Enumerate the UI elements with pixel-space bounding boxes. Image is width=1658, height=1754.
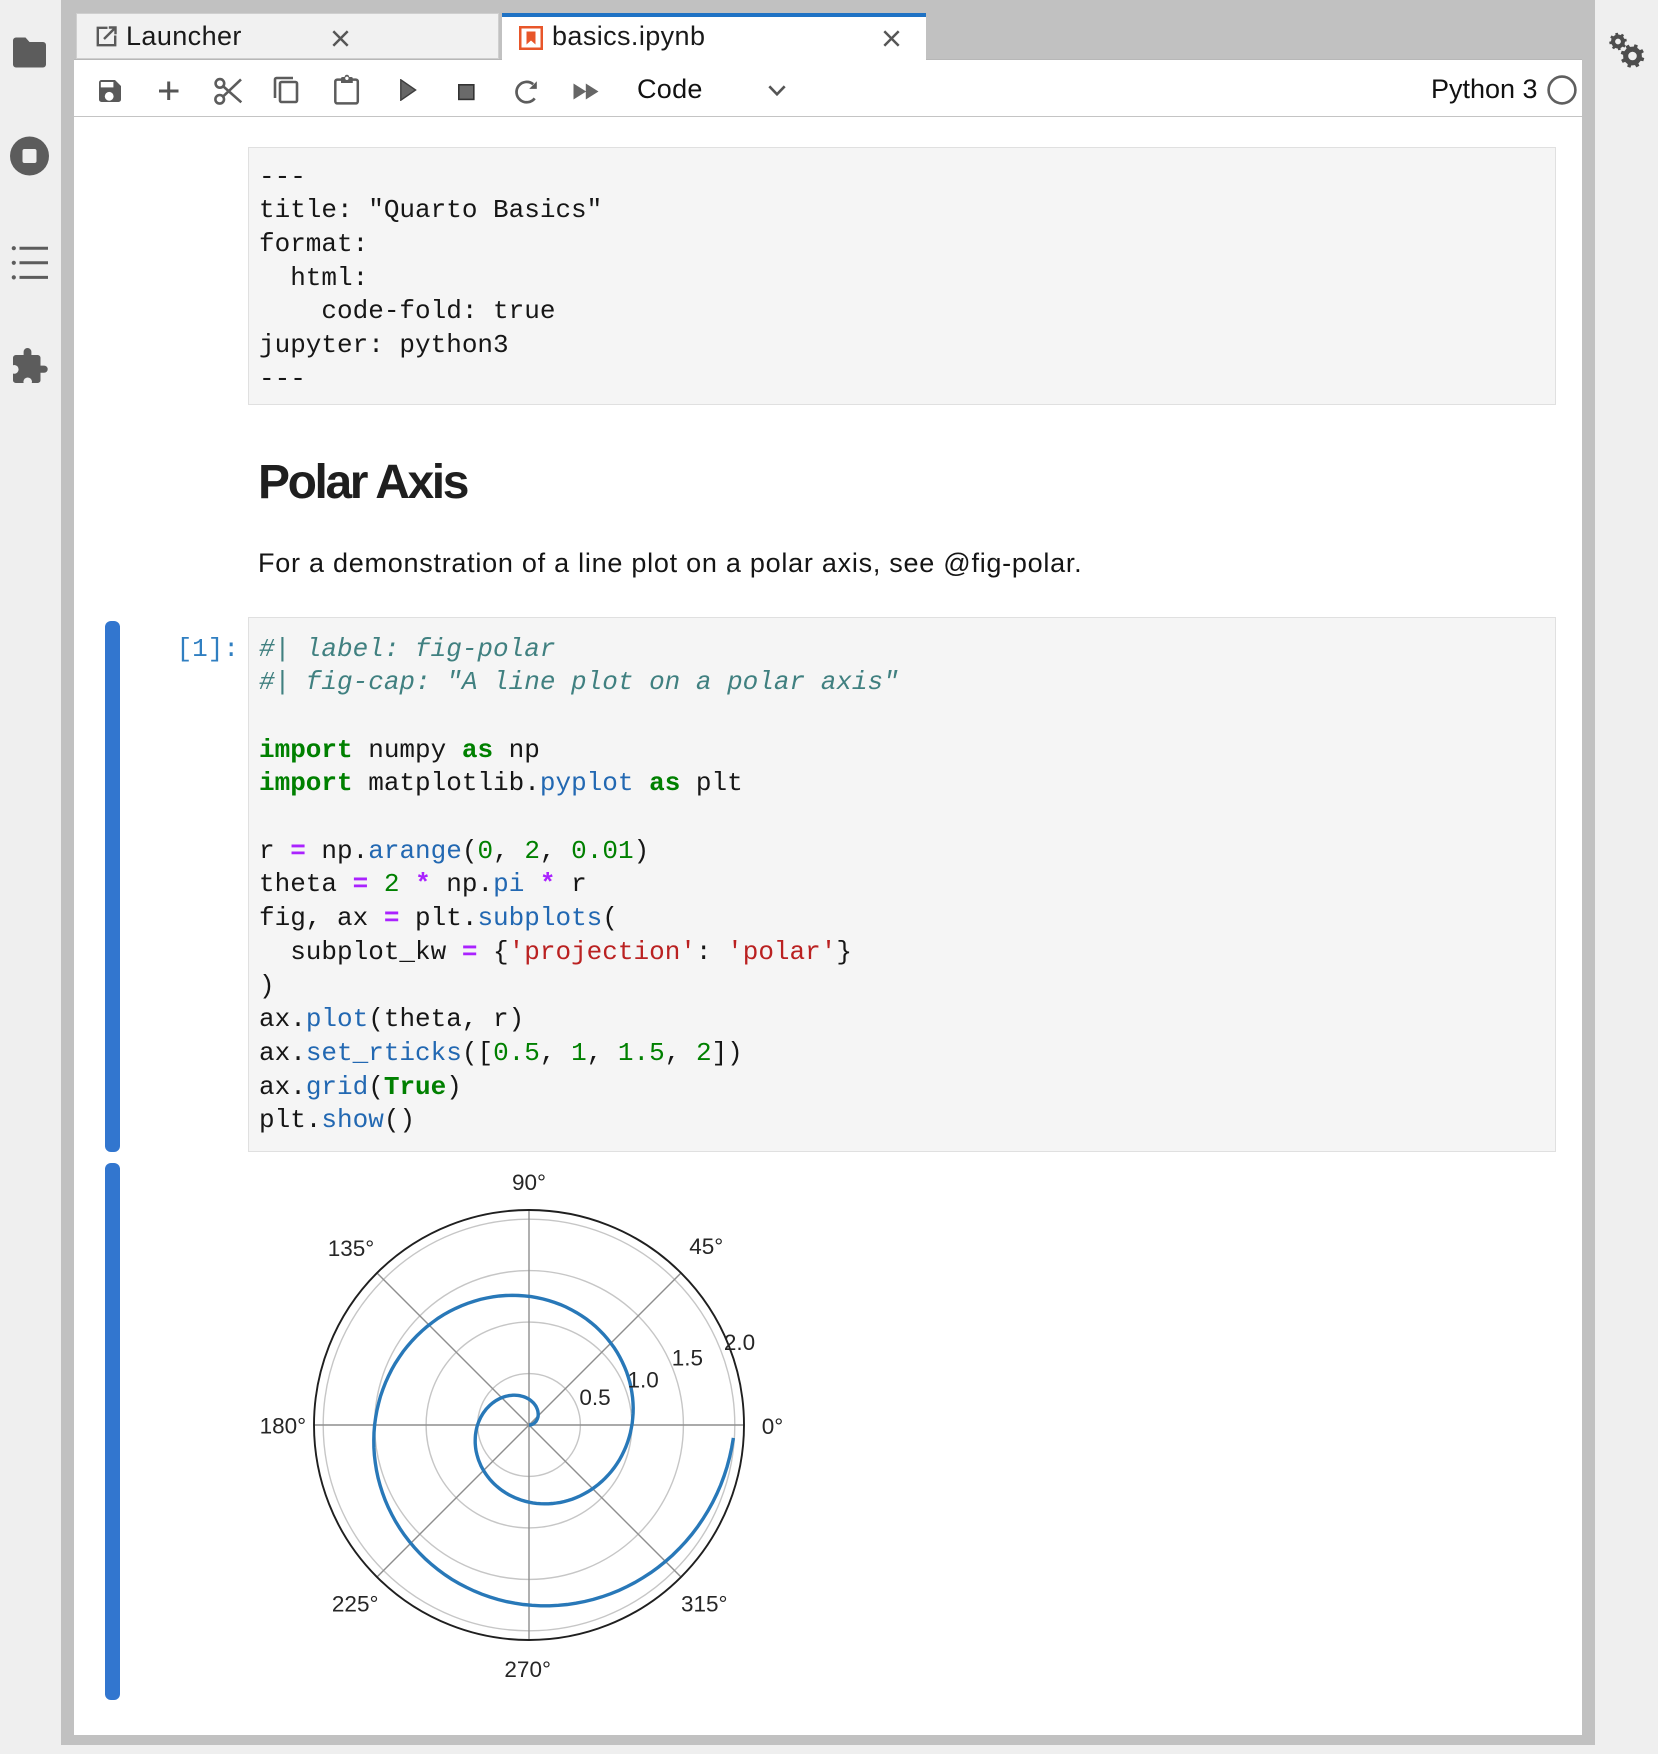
svg-text:0.5: 0.5 <box>579 1385 610 1410</box>
svg-text:315°: 315° <box>681 1592 728 1617</box>
svg-text:90°: 90° <box>512 1170 546 1195</box>
svg-text:2.0: 2.0 <box>724 1330 755 1355</box>
svg-text:225°: 225° <box>332 1592 379 1617</box>
svg-text:180°: 180° <box>260 1414 307 1439</box>
svg-text:270°: 270° <box>504 1657 551 1682</box>
svg-text:1.0: 1.0 <box>627 1368 658 1393</box>
svg-text:45°: 45° <box>689 1234 723 1259</box>
svg-text:1.5: 1.5 <box>672 1345 703 1370</box>
svg-text:0°: 0° <box>762 1414 784 1439</box>
svg-text:135°: 135° <box>328 1236 375 1261</box>
